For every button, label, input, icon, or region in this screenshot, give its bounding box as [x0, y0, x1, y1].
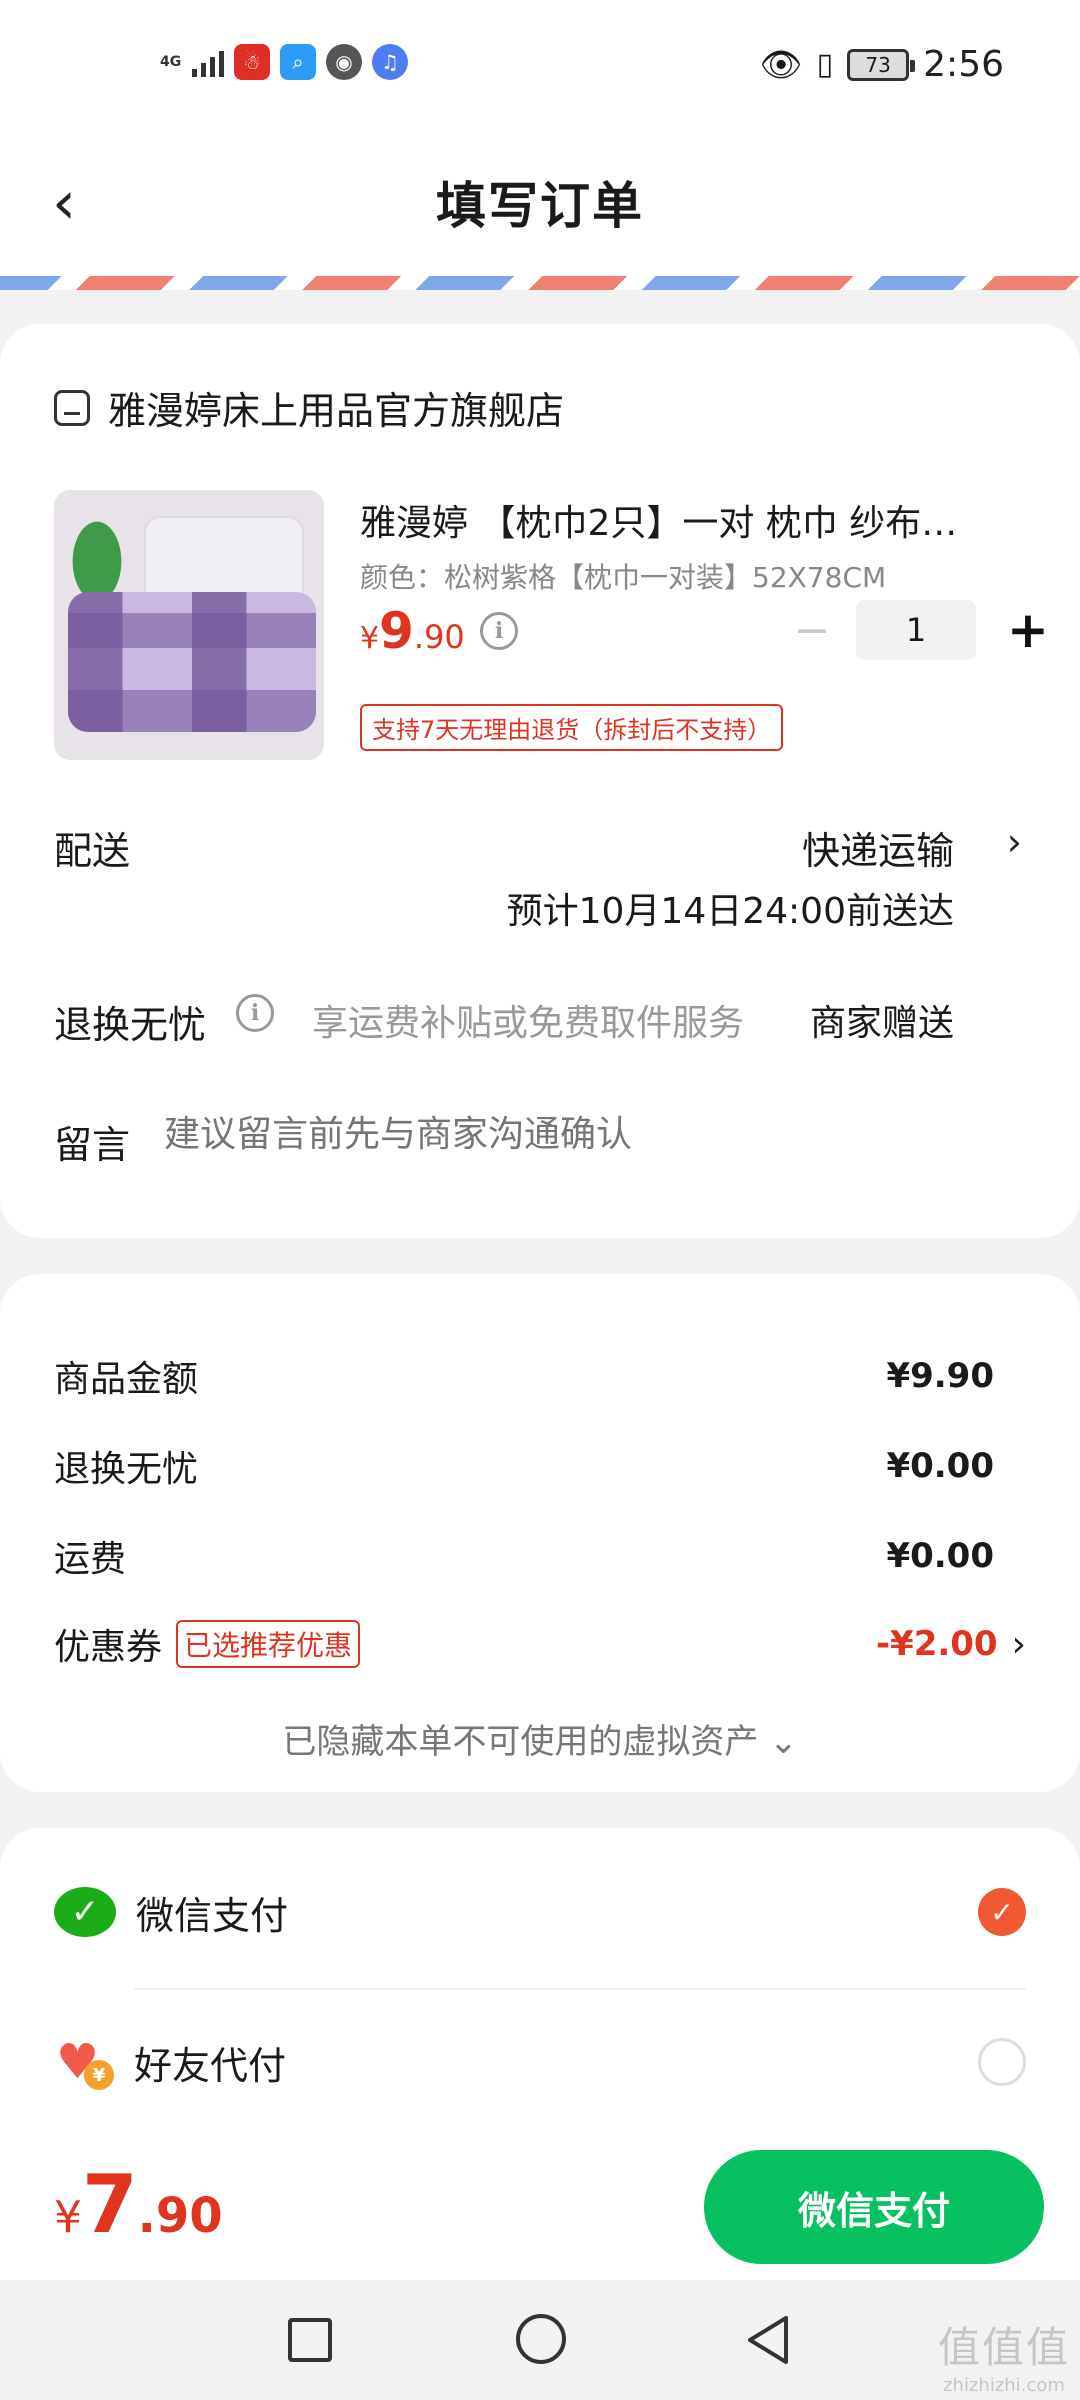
coupon-right: -¥2.00 ›	[876, 1624, 1026, 1665]
wechat-pay-icon: ✓	[54, 1887, 116, 1937]
goods-amount-row: 商品金额 ¥9.90	[54, 1350, 1026, 1402]
store-name: 雅漫婷床上用品官方旗舰店	[108, 389, 565, 433]
return-fee-label: 退换无忧	[54, 1449, 199, 1490]
total-integer: 7	[82, 2158, 138, 2251]
return-fee-value: ¥0.00	[886, 1446, 994, 1486]
wechat-pay-label: 微信支付	[136, 1893, 289, 1938]
note-input[interactable]	[164, 1114, 964, 1155]
clock: 2:56	[923, 44, 1004, 85]
total-currency: ¥	[54, 2192, 82, 2243]
friend-pay-icon: ♥ ¥	[54, 2034, 114, 2090]
pillow-front	[68, 592, 316, 732]
total-price: ¥ 7 .90	[54, 2158, 223, 2251]
price-info-icon[interactable]: i	[480, 612, 518, 650]
page-title: 填写订单	[436, 177, 644, 235]
payment-option-friend[interactable]: ♥ ¥ 好友代付	[54, 2012, 1026, 2112]
header: ‹ 填写订单	[0, 136, 1080, 276]
quantity-value[interactable]: 1	[856, 600, 976, 660]
shipping-method[interactable]: 快递运输	[802, 820, 954, 875]
coupon-badge: 已选推荐优惠	[176, 1620, 361, 1668]
browser-icon: ◉	[326, 44, 362, 80]
increase-button[interactable]: +	[998, 600, 1058, 660]
status-right: 👁 ▯ 73 2:56	[759, 44, 1004, 85]
shipping-fee-value: ¥0.00	[886, 1536, 994, 1576]
store-row[interactable]: 雅漫婷床上用品官方旗舰店	[54, 380, 564, 435]
nav-back-icon[interactable]	[744, 2314, 792, 2366]
product-title[interactable]: 雅漫婷 【枕巾2只】一对 枕巾 纱布…	[360, 494, 1020, 546]
goods-amount-label: 商品金额	[54, 1359, 199, 1400]
product-thumbnail[interactable]	[54, 490, 324, 760]
payment-option-wechat[interactable]: ✓ 微信支付 ✓	[54, 1862, 1026, 1962]
checkout-footer: ¥ 7 .90 微信支付	[0, 2132, 1080, 2280]
store-icon	[54, 389, 90, 426]
note-label: 留言	[54, 1123, 131, 1167]
quantity-stepper: − 1 +	[782, 600, 1058, 660]
status-bar: 4G ☃ ⌕ ◉ ♫ 👁 ▯ 73 2:56	[0, 0, 1080, 136]
chevron-right-icon[interactable]: ›	[1007, 820, 1022, 864]
coupon-value: -¥2.00	[875, 1624, 998, 1664]
network-type: 4G	[160, 54, 182, 70]
coupon-row[interactable]: 优惠券 已选推荐优惠 -¥2.00 ›	[54, 1618, 1026, 1670]
total-decimal: .90	[137, 2188, 223, 2244]
radio-checked-icon[interactable]: ✓	[978, 1888, 1026, 1936]
coupon-label: 优惠券	[54, 1627, 163, 1668]
eye-comfort-icon: 👁	[759, 44, 803, 85]
battery-icon: 73	[847, 48, 916, 81]
shipping-fee-label: 运费	[54, 1539, 127, 1580]
radio-unchecked-icon[interactable]	[978, 2038, 1026, 2086]
price-integer: 9	[379, 602, 414, 660]
watermark: 值值值 zhizhizhi.com	[938, 2314, 1070, 2396]
system-nav-bar: 值值值 zhizhizhi.com	[0, 2280, 1080, 2400]
return-info-icon[interactable]: i	[236, 994, 274, 1032]
return-policy-badge: 支持7天无理由退货（拆封后不支持）	[360, 704, 784, 751]
chevron-right-icon[interactable]: ›	[1012, 1624, 1026, 1665]
shipping-eta: 预计10月14日24:00前送达	[506, 891, 954, 932]
divider	[134, 1988, 1026, 1990]
watermark-url: zhizhizhi.com	[943, 2375, 1065, 2396]
coupon-left: 优惠券 已选推荐优惠	[54, 1618, 361, 1670]
decrease-button[interactable]: −	[782, 600, 842, 660]
music-icon: ♫	[372, 44, 408, 80]
airmail-border	[0, 276, 1080, 290]
price-decimal: .90	[413, 618, 465, 656]
pinduoduo-icon: ☃	[234, 44, 270, 80]
hidden-assets-toggle[interactable]: 已隐藏本单不可使用的虚拟资产 ⌄	[0, 1714, 1080, 1763]
friend-pay-label: 好友代付	[134, 2043, 287, 2088]
price-currency: ¥	[360, 621, 380, 656]
status-left: 4G ☃ ⌕ ◉ ♫	[160, 44, 408, 80]
vibrate-icon: ▯	[816, 47, 834, 82]
order-card: 雅漫婷床上用品官方旗舰店 雅漫婷 【枕巾2只】一对 枕巾 纱布… 颜色：松树紫格…	[0, 324, 1080, 1238]
shipping-label: 配送	[54, 829, 131, 873]
recents-icon[interactable]	[288, 2318, 332, 2362]
goods-amount-value: ¥9.90	[886, 1356, 994, 1396]
signal-icon	[192, 47, 224, 77]
return-service-label: 退换无忧	[54, 1003, 207, 1047]
wechat-pay-button[interactable]: 微信支付	[704, 2150, 1044, 2264]
watermark-logo: 值值值	[937, 2323, 1070, 2372]
return-fee-row: 退换无忧 ¥0.00	[54, 1440, 1026, 1492]
return-service-gift: 商家赠送	[809, 1003, 954, 1044]
product-price: ¥ 9 .90	[360, 602, 465, 660]
search-app-icon: ⌕	[280, 44, 316, 80]
product-spec[interactable]: 颜色：松树紫格【枕巾一对装】52X78CM	[360, 556, 886, 596]
shipping-fee-row: 运费 ¥0.00	[54, 1530, 1026, 1582]
home-icon[interactable]	[516, 2314, 566, 2364]
return-service-desc: 享运费补贴或免费取件服务	[312, 1003, 745, 1044]
summary-card: 商品金额 ¥9.90 退换无忧 ¥0.00 运费 ¥0.00 优惠券 已选推荐优…	[0, 1274, 1080, 1792]
